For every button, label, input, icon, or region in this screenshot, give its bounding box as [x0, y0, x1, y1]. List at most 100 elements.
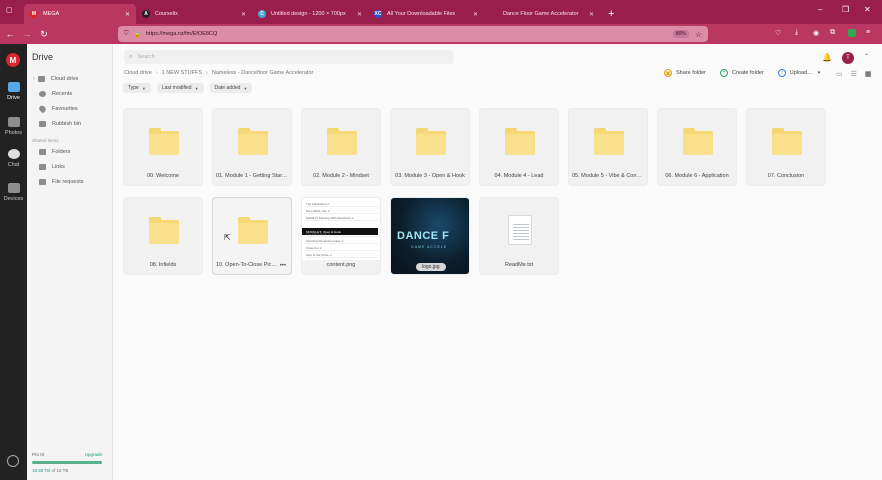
share-folder-button[interactable]: ▣ Share folder [664, 69, 706, 77]
filter-chip[interactable]: Last modified ▼ [156, 83, 204, 93]
grid-view-icon[interactable]: ▦ [865, 70, 872, 78]
breadcrumb-item[interactable]: Nameless - Dancefloor Game Accelerator [212, 70, 313, 76]
more-options-icon[interactable]: ••• [280, 263, 286, 269]
address-bar[interactable]: ⛉ 🔒 https://mega.nz/fm/EfOE8CQ 80% ☆ [118, 26, 708, 42]
mega-logo-icon[interactable]: M [6, 53, 20, 67]
folder-card[interactable]: 03. Module 3 - Open & Hook [390, 108, 470, 186]
folder-card[interactable]: 06. Module 6 - Application [657, 108, 737, 186]
folder-card[interactable]: 08. Infields [123, 197, 203, 275]
folder-card[interactable]: 01. Module 1 - Getting Started [212, 108, 292, 186]
browser-tab[interactable]: A Courselix ✕ [136, 4, 252, 24]
folder-card[interactable]: 07. Conclusion [746, 108, 826, 186]
browser-tab[interactable]: C Untitled design - 1200 × 700px ✕ [252, 4, 368, 24]
file-card[interactable]: The Application ↵ Drop REAL Info ↵ MAKE IT… [301, 197, 381, 275]
minimize-icon[interactable]: – [818, 5, 822, 14]
chevron-down-icon: ▼ [194, 85, 199, 91]
file-name: 06. Module 6 - Application [665, 173, 729, 179]
filter-chip[interactable]: Type ▼ [123, 83, 151, 93]
shared-items-heading: Shared items [32, 138, 59, 143]
folder-card[interactable]: 00. Welcome [123, 108, 203, 186]
browser-tab[interactable]: M MEGA ✕ [24, 4, 136, 24]
browser-tab[interactable]: Dance Floor Game Accelerator ✕ [484, 4, 600, 24]
extensions-icon[interactable]: ⧉ [830, 29, 835, 37]
upload-button[interactable]: ↑ Upload... ▾ [777, 69, 821, 77]
extension-icon[interactable] [848, 29, 856, 37]
file-name: 03. Module 3 - Open & Hook [395, 173, 465, 179]
pocket-icon[interactable]: ♡ [775, 29, 781, 37]
notification-bell-icon[interactable]: 🔔 [822, 53, 832, 62]
a-logo-icon: A [142, 10, 150, 18]
storage-usage: 16.90 TB of 16 TB [32, 468, 68, 473]
close-tab-icon[interactable]: ✕ [473, 11, 478, 18]
file-card[interactable]: ReadMe.txt [479, 197, 559, 275]
close-window-icon[interactable]: ✕ [864, 5, 871, 14]
restore-icon[interactable]: ❐ [842, 5, 849, 14]
folder-card[interactable]: 10. Open-To-Close Pickups ••• ⇱ [212, 197, 292, 275]
back-icon[interactable]: ← [3, 27, 17, 41]
sidebar-item-label: Folders [52, 149, 71, 155]
media-view-icon[interactable]: ▭ [836, 70, 843, 78]
account-icon[interactable]: ◉ [813, 29, 819, 37]
list-view-icon[interactable]: ☰ [851, 70, 857, 78]
sidebar-item-cloud-drive[interactable]: › Cloud drive [33, 76, 79, 82]
transfer-status-icon[interactable] [7, 455, 19, 467]
file-name: 10. Open-To-Close Pickups [216, 262, 277, 268]
share-folder-icon: ▣ [664, 69, 672, 77]
file-name: 01. Module 1 - Getting Started [216, 173, 288, 179]
folder-icon [149, 128, 179, 155]
folder-icon [327, 128, 357, 155]
chevron-down-icon[interactable]: ▾ [818, 70, 821, 76]
thumbnail-text: Intro to the Close ↵ [306, 252, 378, 258]
link-icon [39, 164, 46, 170]
sidebar-item-rubbish-bin[interactable]: Rubbish bin [39, 121, 81, 127]
breadcrumb-item[interactable]: Cloud drive [124, 70, 152, 76]
reload-icon[interactable]: ↻ [37, 27, 51, 41]
forward-icon[interactable]: → [20, 27, 34, 41]
sidebar-item-favourites[interactable]: Favourites [37, 104, 78, 114]
close-tab-icon[interactable]: ✕ [589, 11, 594, 18]
download-icon[interactable]: ⤓ [795, 29, 798, 37]
rail-item-photos[interactable]: Photos [0, 117, 27, 136]
zoom-level[interactable]: 80% [672, 30, 689, 38]
sidebar-item-file-requests[interactable]: File requests [39, 179, 84, 185]
create-folder-button[interactable]: + Create folder [719, 69, 764, 77]
action-label: Share folder [676, 70, 706, 76]
sidebar-item-links[interactable]: Links [39, 164, 65, 170]
tab-title: All Your Downloadable Files [387, 11, 456, 17]
lock-icon[interactable]: 🔒 [134, 31, 141, 38]
tab-list-icon[interactable]: ▢ [6, 6, 16, 16]
avatar[interactable]: T [842, 52, 854, 64]
close-tab-icon[interactable]: ✕ [241, 11, 246, 18]
new-tab-icon[interactable]: + [608, 4, 614, 24]
upgrade-link[interactable]: Upgrade [85, 452, 102, 457]
plan-name: Pro III [32, 452, 45, 457]
url-text[interactable]: https://mega.nz/fm/EfOE8CQ [146, 31, 673, 37]
rail-item-chat[interactable]: Chat [0, 149, 27, 168]
close-tab-icon[interactable]: ✕ [357, 11, 362, 18]
folder-card[interactable]: 04. Module 4 - Lead [479, 108, 559, 186]
tab-title: Untitled design - 1200 × 700px [271, 11, 346, 17]
browser-tab[interactable]: XC All Your Downloadable Files ✕ [368, 4, 484, 24]
breadcrumb-separator-icon: › [155, 70, 158, 76]
chevron-right-icon[interactable]: › [33, 76, 35, 82]
search-input[interactable]: ⌕ Search [124, 50, 454, 64]
shield-icon[interactable]: ⛉ [124, 31, 129, 38]
rail-item-devices[interactable]: Devices [0, 183, 27, 202]
devices-icon [7, 183, 20, 193]
chevron-down-icon[interactable]: ⌃ [864, 53, 869, 60]
folder-card[interactable]: 02. Module 2 - Mindset [301, 108, 381, 186]
breadcrumb-item[interactable]: 1 NEW STUFFS [162, 70, 202, 76]
close-tab-icon[interactable]: ✕ [125, 11, 130, 18]
menu-icon[interactable]: ≡ [866, 29, 870, 36]
sidebar-item-folders[interactable]: Folders [39, 149, 70, 155]
drive-sidebar: Drive › Cloud drive Recents Favourites R… [27, 44, 113, 480]
bookmark-star-icon[interactable]: ☆ [695, 30, 702, 39]
file-card[interactable]: DANCE F GAME ACCELE logo.jpg [390, 197, 470, 275]
action-bar: ▣ Share folder + Create folder ↑ Upload... ▾ [664, 69, 834, 77]
rail-item-label: Photos [4, 130, 23, 136]
rail-item-drive[interactable]: Drive [0, 82, 27, 101]
sidebar-item-recents[interactable]: Recents [39, 91, 72, 97]
filter-chip[interactable]: Date added ▼ [209, 83, 253, 93]
create-folder-icon: + [719, 69, 728, 77]
folder-card[interactable]: 05. Module 5 - Vibe & Connect [568, 108, 648, 186]
